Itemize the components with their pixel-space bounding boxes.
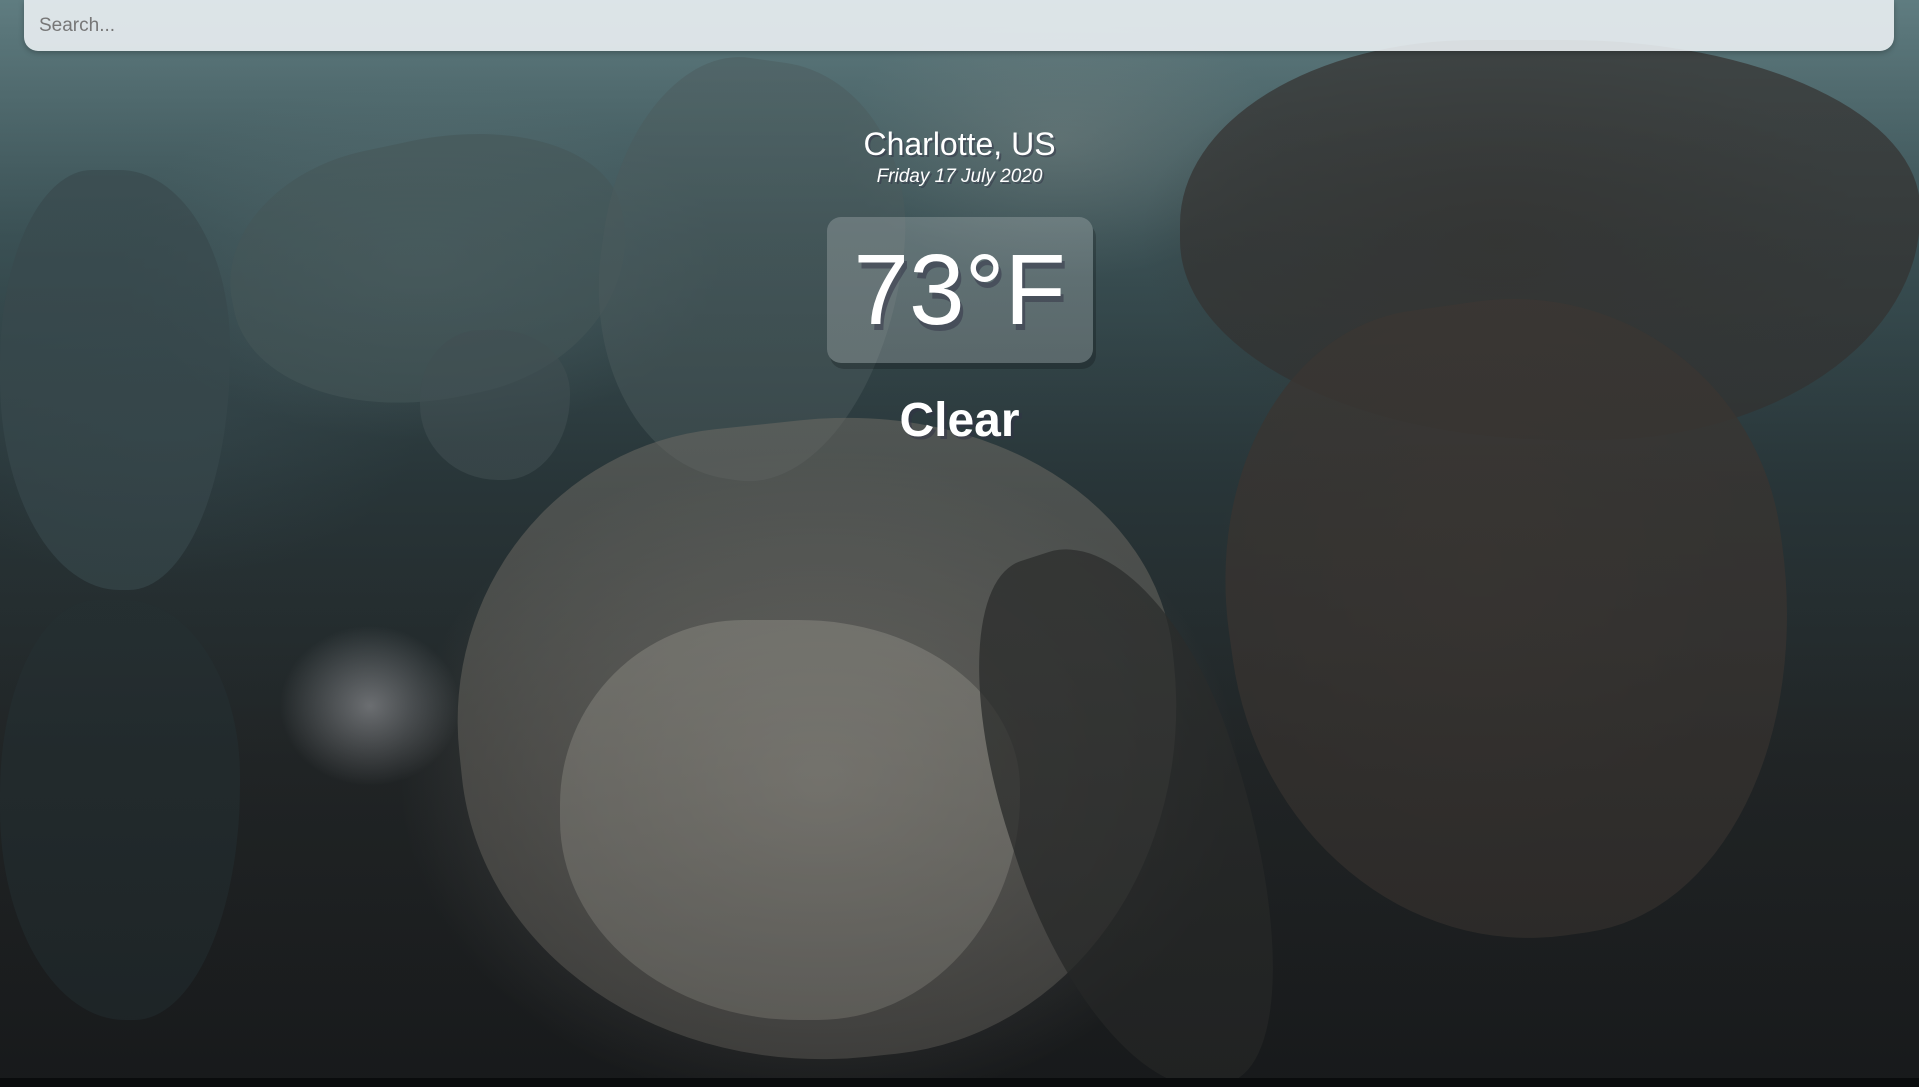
search-input[interactable] <box>24 0 1894 51</box>
weather-condition: Clear <box>899 394 1020 447</box>
search-box <box>24 0 1894 51</box>
location-box: Charlotte, US Friday 17 July 2020 <box>0 125 1919 189</box>
temperature-display: 73°F <box>826 217 1093 363</box>
location-name: Charlotte, US <box>863 126 1056 162</box>
weather-app: Charlotte, US Friday 17 July 2020 73°F C… <box>0 0 1919 1078</box>
weather-box: 73°F Clear <box>0 217 1919 449</box>
current-date: Friday 17 July 2020 <box>876 166 1043 187</box>
